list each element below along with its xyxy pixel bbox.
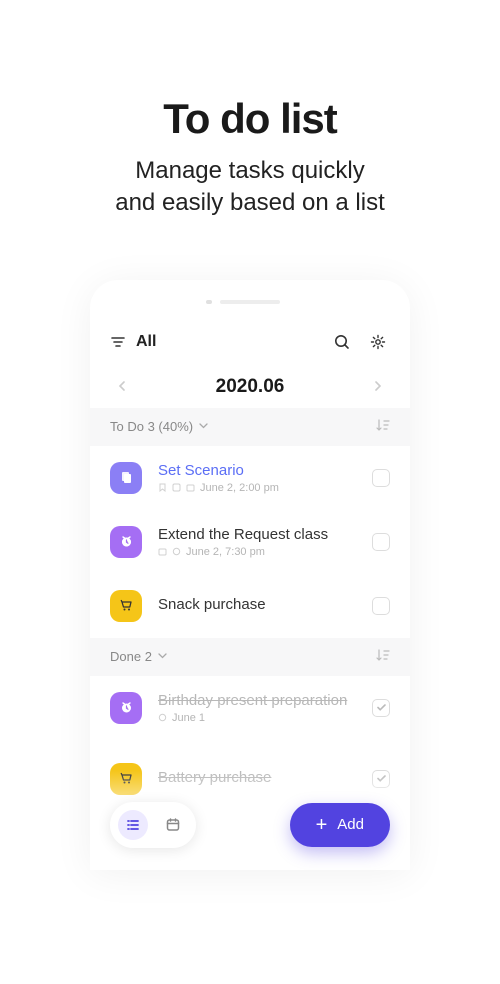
add-button[interactable]: + Add — [290, 803, 390, 847]
task-checkbox[interactable] — [372, 597, 390, 615]
task-title: Extend the Request class — [158, 526, 372, 543]
task-title: Birthday present preparation — [158, 692, 372, 709]
plus-icon: + — [316, 815, 328, 835]
calendar-icon — [158, 547, 167, 556]
task-title: Set Scenario — [158, 462, 372, 479]
repeat-icon — [172, 483, 181, 492]
todo-section-header[interactable]: To Do 3 (40%) — [90, 408, 410, 446]
done-section-header[interactable]: Done 2 — [90, 638, 410, 676]
bottom-bar: + Add — [90, 802, 410, 848]
task-row[interactable]: Extend the Request class June 2, 7:30 pm — [90, 510, 410, 574]
cart-icon — [110, 763, 142, 795]
task-checkbox[interactable] — [372, 699, 390, 717]
sort-icon[interactable] — [376, 649, 390, 664]
task-row[interactable]: Battery purchase — [90, 740, 410, 804]
search-icon[interactable] — [330, 330, 354, 354]
next-month-button[interactable] — [374, 379, 382, 395]
calendar-icon — [186, 483, 195, 492]
task-date: June 2, 7:30 pm — [186, 546, 265, 558]
app-frame: All 2020.06 To Do 3 (40%) Set Scenario — [90, 280, 410, 870]
done-section-label: Done 2 — [110, 649, 152, 664]
page-title: To do list — [0, 95, 500, 143]
add-button-label: Add — [337, 816, 364, 833]
bookmark-icon — [158, 483, 167, 492]
document-icon — [110, 462, 142, 494]
time-icon — [158, 713, 167, 722]
chevron-down-icon — [158, 651, 167, 662]
task-row[interactable]: Snack purchase — [90, 574, 410, 638]
view-toggle — [110, 802, 196, 848]
task-checkbox[interactable] — [372, 469, 390, 487]
task-row[interactable]: Birthday present preparation June 1 — [90, 676, 410, 740]
task-checkbox[interactable] — [372, 770, 390, 788]
task-meta: June 1 — [158, 712, 372, 724]
task-meta: June 2, 7:30 pm — [158, 546, 372, 558]
top-bar: All — [90, 322, 410, 362]
subtitle-line-1: Manage tasks quickly — [0, 155, 500, 187]
list-view-button[interactable] — [118, 810, 148, 840]
page-subtitle: Manage tasks quickly and easily based on… — [0, 155, 500, 220]
month-navigator: 2020.06 — [90, 366, 410, 408]
drag-handle — [220, 300, 280, 304]
task-row[interactable]: Set Scenario June 2, 2:00 pm — [90, 446, 410, 510]
task-title: Battery purchase — [158, 769, 372, 786]
settings-icon[interactable] — [366, 330, 390, 354]
cart-icon — [110, 590, 142, 622]
clock-icon — [110, 526, 142, 558]
filter-icon[interactable] — [110, 334, 126, 350]
task-date: June 1 — [172, 712, 205, 724]
prev-month-button[interactable] — [118, 379, 126, 395]
clock-icon — [110, 692, 142, 724]
task-title: Snack purchase — [158, 596, 372, 613]
calendar-view-button[interactable] — [158, 810, 188, 840]
time-icon — [172, 547, 181, 556]
task-date: June 2, 2:00 pm — [200, 482, 279, 494]
todo-section-label: To Do 3 (40%) — [110, 419, 193, 434]
chevron-down-icon — [199, 421, 208, 432]
task-meta: June 2, 2:00 pm — [158, 482, 372, 494]
sort-icon[interactable] — [376, 419, 390, 434]
task-checkbox[interactable] — [372, 533, 390, 551]
subtitle-line-2: and easily based on a list — [0, 187, 500, 219]
filter-label[interactable]: All — [136, 333, 318, 351]
month-label[interactable]: 2020.06 — [216, 376, 285, 398]
